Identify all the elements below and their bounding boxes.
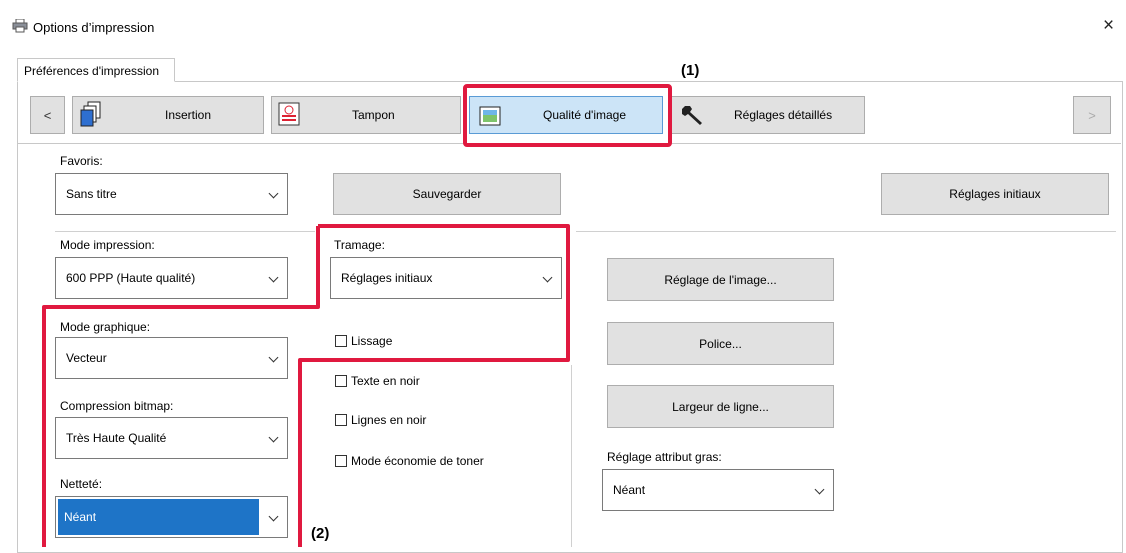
highlight-box-2 <box>42 224 570 547</box>
callout-2: (2) <box>311 525 330 542</box>
